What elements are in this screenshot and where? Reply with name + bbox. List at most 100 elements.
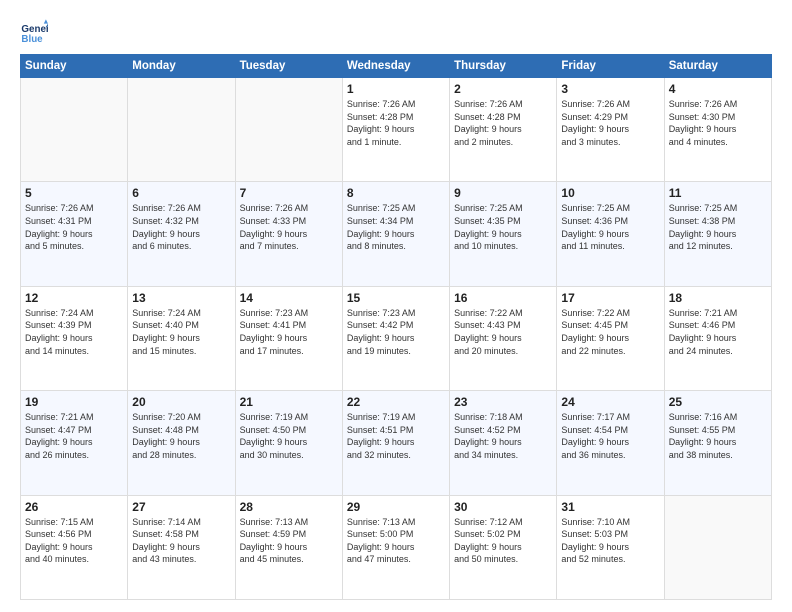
day-number: 15 bbox=[347, 291, 445, 305]
day-info: Sunrise: 7:25 AM Sunset: 4:38 PM Dayligh… bbox=[669, 202, 767, 252]
calendar-cell bbox=[128, 78, 235, 182]
day-info: Sunrise: 7:12 AM Sunset: 5:02 PM Dayligh… bbox=[454, 516, 552, 566]
day-number: 16 bbox=[454, 291, 552, 305]
calendar-cell: 6 Sunrise: 7:26 AM Sunset: 4:32 PM Daylig… bbox=[128, 182, 235, 286]
day-info: Sunrise: 7:18 AM Sunset: 4:52 PM Dayligh… bbox=[454, 411, 552, 461]
day-info: Sunrise: 7:17 AM Sunset: 4:54 PM Dayligh… bbox=[561, 411, 659, 461]
day-info: Sunrise: 7:19 AM Sunset: 4:50 PM Dayligh… bbox=[240, 411, 338, 461]
day-info: Sunrise: 7:14 AM Sunset: 4:58 PM Dayligh… bbox=[132, 516, 230, 566]
svg-text:Blue: Blue bbox=[21, 34, 43, 45]
day-info: Sunrise: 7:26 AM Sunset: 4:28 PM Dayligh… bbox=[454, 98, 552, 148]
day-info: Sunrise: 7:13 AM Sunset: 4:59 PM Dayligh… bbox=[240, 516, 338, 566]
calendar-week-3: 12 Sunrise: 7:24 AM Sunset: 4:39 PM Dayli… bbox=[21, 286, 772, 390]
day-info: Sunrise: 7:21 AM Sunset: 4:47 PM Dayligh… bbox=[25, 411, 123, 461]
calendar-cell: 28 Sunrise: 7:13 AM Sunset: 4:59 PM Dayli… bbox=[235, 495, 342, 599]
day-header-friday: Friday bbox=[557, 55, 664, 78]
day-header-sunday: Sunday bbox=[21, 55, 128, 78]
calendar-cell bbox=[235, 78, 342, 182]
logo-icon: General Blue bbox=[20, 18, 48, 46]
day-number: 1 bbox=[347, 82, 445, 96]
day-number: 5 bbox=[25, 186, 123, 200]
day-number: 17 bbox=[561, 291, 659, 305]
day-info: Sunrise: 7:25 AM Sunset: 4:34 PM Dayligh… bbox=[347, 202, 445, 252]
day-info: Sunrise: 7:25 AM Sunset: 4:35 PM Dayligh… bbox=[454, 202, 552, 252]
calendar-cell: 26 Sunrise: 7:15 AM Sunset: 4:56 PM Dayli… bbox=[21, 495, 128, 599]
day-number: 28 bbox=[240, 500, 338, 514]
calendar-cell: 4 Sunrise: 7:26 AM Sunset: 4:30 PM Daylig… bbox=[664, 78, 771, 182]
day-info: Sunrise: 7:24 AM Sunset: 4:40 PM Dayligh… bbox=[132, 307, 230, 357]
calendar-week-5: 26 Sunrise: 7:15 AM Sunset: 4:56 PM Dayli… bbox=[21, 495, 772, 599]
calendar-cell: 29Sunrise: 7:13 AM Sunset: 5:00 PM Dayli… bbox=[342, 495, 449, 599]
day-number: 19 bbox=[25, 395, 123, 409]
day-info: Sunrise: 7:15 AM Sunset: 4:56 PM Dayligh… bbox=[25, 516, 123, 566]
day-header-thursday: Thursday bbox=[450, 55, 557, 78]
day-header-tuesday: Tuesday bbox=[235, 55, 342, 78]
day-info: Sunrise: 7:16 AM Sunset: 4:55 PM Dayligh… bbox=[669, 411, 767, 461]
day-number: 7 bbox=[240, 186, 338, 200]
day-info: Sunrise: 7:26 AM Sunset: 4:31 PM Dayligh… bbox=[25, 202, 123, 252]
day-info: Sunrise: 7:24 AM Sunset: 4:39 PM Dayligh… bbox=[25, 307, 123, 357]
calendar-cell: 17Sunrise: 7:22 AM Sunset: 4:45 PM Dayli… bbox=[557, 286, 664, 390]
day-number: 8 bbox=[347, 186, 445, 200]
day-number: 10 bbox=[561, 186, 659, 200]
calendar-cell bbox=[664, 495, 771, 599]
day-number: 4 bbox=[669, 82, 767, 96]
day-info: Sunrise: 7:20 AM Sunset: 4:48 PM Dayligh… bbox=[132, 411, 230, 461]
calendar-cell: 18 Sunrise: 7:21 AM Sunset: 4:46 PM Dayli… bbox=[664, 286, 771, 390]
day-number: 31 bbox=[561, 500, 659, 514]
calendar-week-2: 5 Sunrise: 7:26 AM Sunset: 4:31 PM Daylig… bbox=[21, 182, 772, 286]
day-number: 27 bbox=[132, 500, 230, 514]
day-number: 3 bbox=[561, 82, 659, 96]
calendar-cell: 5 Sunrise: 7:26 AM Sunset: 4:31 PM Daylig… bbox=[21, 182, 128, 286]
day-info: Sunrise: 7:13 AM Sunset: 5:00 PM Dayligh… bbox=[347, 516, 445, 566]
day-number: 9 bbox=[454, 186, 552, 200]
calendar-cell: 21 Sunrise: 7:19 AM Sunset: 4:50 PM Dayli… bbox=[235, 391, 342, 495]
logo: General Blue bbox=[20, 18, 52, 46]
day-info: Sunrise: 7:21 AM Sunset: 4:46 PM Dayligh… bbox=[669, 307, 767, 357]
header: General Blue bbox=[20, 18, 772, 46]
calendar-cell: 30 Sunrise: 7:12 AM Sunset: 5:02 PM Dayli… bbox=[450, 495, 557, 599]
day-number: 2 bbox=[454, 82, 552, 96]
day-number: 6 bbox=[132, 186, 230, 200]
day-number: 24 bbox=[561, 395, 659, 409]
calendar-cell: 20 Sunrise: 7:20 AM Sunset: 4:48 PM Dayli… bbox=[128, 391, 235, 495]
day-info: Sunrise: 7:10 AM Sunset: 5:03 PM Dayligh… bbox=[561, 516, 659, 566]
day-number: 25 bbox=[669, 395, 767, 409]
calendar-cell: 11 Sunrise: 7:25 AM Sunset: 4:38 PM Dayli… bbox=[664, 182, 771, 286]
calendar-header-row: SundayMondayTuesdayWednesdayThursdayFrid… bbox=[21, 55, 772, 78]
day-number: 12 bbox=[25, 291, 123, 305]
day-header-wednesday: Wednesday bbox=[342, 55, 449, 78]
calendar-cell: 10Sunrise: 7:25 AM Sunset: 4:36 PM Dayli… bbox=[557, 182, 664, 286]
day-number: 26 bbox=[25, 500, 123, 514]
calendar-cell: 24 Sunrise: 7:17 AM Sunset: 4:54 PM Dayli… bbox=[557, 391, 664, 495]
day-number: 22 bbox=[347, 395, 445, 409]
day-info: Sunrise: 7:26 AM Sunset: 4:33 PM Dayligh… bbox=[240, 202, 338, 252]
calendar-cell bbox=[21, 78, 128, 182]
day-header-saturday: Saturday bbox=[664, 55, 771, 78]
calendar-cell: 8 Sunrise: 7:25 AM Sunset: 4:34 PM Daylig… bbox=[342, 182, 449, 286]
day-info: Sunrise: 7:26 AM Sunset: 4:30 PM Dayligh… bbox=[669, 98, 767, 148]
day-info: Sunrise: 7:26 AM Sunset: 4:32 PM Dayligh… bbox=[132, 202, 230, 252]
calendar-cell: 7 Sunrise: 7:26 AM Sunset: 4:33 PM Daylig… bbox=[235, 182, 342, 286]
calendar-cell: 3 Sunrise: 7:26 AM Sunset: 4:29 PM Daylig… bbox=[557, 78, 664, 182]
calendar-cell: 19 Sunrise: 7:21 AM Sunset: 4:47 PM Dayli… bbox=[21, 391, 128, 495]
calendar-cell: 14 Sunrise: 7:23 AM Sunset: 4:41 PM Dayli… bbox=[235, 286, 342, 390]
day-info: Sunrise: 7:22 AM Sunset: 4:43 PM Dayligh… bbox=[454, 307, 552, 357]
calendar-cell: 13Sunrise: 7:24 AM Sunset: 4:40 PM Dayli… bbox=[128, 286, 235, 390]
calendar-cell: 2 Sunrise: 7:26 AM Sunset: 4:28 PM Daylig… bbox=[450, 78, 557, 182]
day-number: 18 bbox=[669, 291, 767, 305]
day-number: 21 bbox=[240, 395, 338, 409]
calendar-cell: 1 Sunrise: 7:26 AM Sunset: 4:28 PM Daylig… bbox=[342, 78, 449, 182]
day-info: Sunrise: 7:23 AM Sunset: 4:41 PM Dayligh… bbox=[240, 307, 338, 357]
calendar-week-4: 19 Sunrise: 7:21 AM Sunset: 4:47 PM Dayli… bbox=[21, 391, 772, 495]
day-number: 23 bbox=[454, 395, 552, 409]
day-header-monday: Monday bbox=[128, 55, 235, 78]
day-number: 20 bbox=[132, 395, 230, 409]
calendar-cell: 31 Sunrise: 7:10 AM Sunset: 5:03 PM Dayli… bbox=[557, 495, 664, 599]
day-info: Sunrise: 7:26 AM Sunset: 4:29 PM Dayligh… bbox=[561, 98, 659, 148]
day-number: 14 bbox=[240, 291, 338, 305]
calendar-cell: 23 Sunrise: 7:18 AM Sunset: 4:52 PM Dayli… bbox=[450, 391, 557, 495]
day-number: 11 bbox=[669, 186, 767, 200]
day-info: Sunrise: 7:26 AM Sunset: 4:28 PM Dayligh… bbox=[347, 98, 445, 148]
day-number: 30 bbox=[454, 500, 552, 514]
